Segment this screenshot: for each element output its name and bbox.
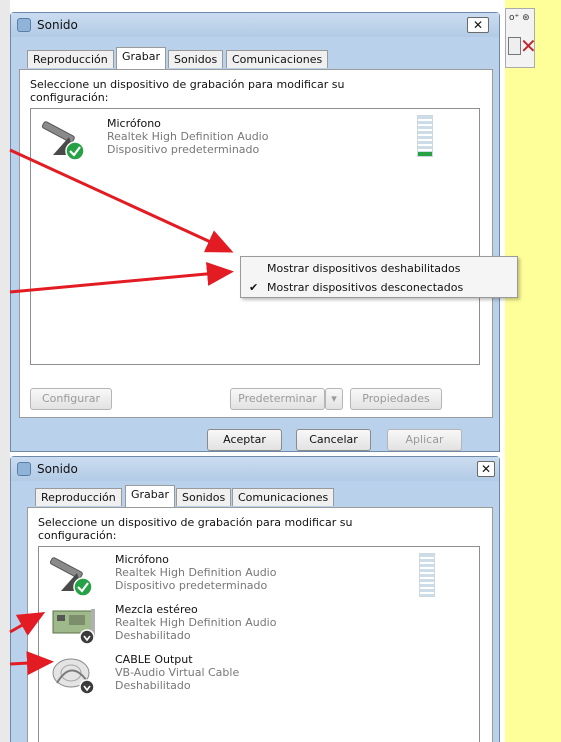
chevron-down-icon: ▾ <box>331 392 337 405</box>
device-driver: Realtek High Definition Audio <box>107 130 269 143</box>
tab-comunicaciones[interactable]: Comunicaciones <box>226 50 329 68</box>
device-driver: VB-Audio Virtual Cable <box>115 666 240 679</box>
ok-button[interactable]: Aceptar <box>207 429 282 451</box>
device-status: Deshabilitado <box>115 679 191 692</box>
level-meter <box>417 115 433 157</box>
apply-button[interactable]: Aplicar <box>387 429 462 451</box>
menu-item-label: Mostrar dispositivos desconectados <box>267 281 464 294</box>
instruction-text: Seleccione un dispositivo de grabación p… <box>30 78 345 104</box>
microphone-icon <box>49 557 93 597</box>
tab-sonidos[interactable]: Sonidos <box>176 488 232 506</box>
properties-button[interactable]: Propiedades <box>350 388 442 410</box>
window-title: Sonido <box>37 18 78 32</box>
microphone-icon <box>41 121 85 161</box>
close-button[interactable]: ✕ <box>477 461 495 477</box>
speaker-icon <box>17 462 31 476</box>
configure-button[interactable]: Configurar <box>30 388 112 410</box>
menu-item-show-disconnected[interactable]: ✔ Mostrar dispositivos desconectados <box>241 278 517 297</box>
device-status: Dispositivo predeterminado <box>115 579 268 592</box>
tab-reproduccion[interactable]: Reproducción <box>35 488 122 506</box>
title-bar[interactable]: Sonido ✕ <box>11 457 499 481</box>
yellow-background <box>505 0 561 742</box>
set-default-button[interactable]: Predeterminar <box>230 388 325 410</box>
device-name: Micrófono <box>107 117 161 130</box>
toolbar-strip: o⁺ ⊛ ✕ <box>505 8 537 68</box>
tab-grabar[interactable]: Grabar <box>116 47 167 69</box>
set-default-dropdown[interactable]: ▾ <box>325 388 343 410</box>
virtual-cable-icon <box>52 658 95 695</box>
cancel-button[interactable]: Cancelar <box>296 429 371 451</box>
device-list[interactable]: Micrófono Realtek High Definition Audio … <box>30 108 480 365</box>
toolbar-strip-text: o⁺ ⊛ <box>509 13 530 23</box>
device-mezcla-estereo[interactable]: Mezcla estéreo Realtek High Definition A… <box>43 601 423 649</box>
red-x-icon[interactable]: ✕ <box>520 36 537 56</box>
sound-dialog-top: Sonido ✕ Reproducción Grabar Sonidos Com… <box>10 12 500 452</box>
level-meter <box>419 553 435 597</box>
menu-item-show-disabled[interactable]: Mostrar dispositivos deshabilitados <box>241 259 517 278</box>
checkmark-icon: ✔ <box>249 281 259 294</box>
device-cable-output[interactable]: CABLE Output VB-Audio Virtual Cable Desh… <box>43 651 423 699</box>
device-microfono[interactable]: Micrófono Realtek High Definition Audio … <box>43 551 423 599</box>
tab-reproduccion[interactable]: Reproducción <box>27 50 114 68</box>
device-list[interactable]: Micrófono Realtek High Definition Audio … <box>38 546 480 742</box>
sound-card-icon <box>52 609 95 645</box>
tab-sonidos[interactable]: Sonidos <box>168 50 224 68</box>
menu-item-label: Mostrar dispositivos deshabilitados <box>267 262 461 275</box>
device-microfono[interactable]: Micrófono Realtek High Definition Audio … <box>35 115 415 163</box>
title-bar[interactable]: Sonido ✕ <box>11 13 499 37</box>
sound-dialog-bottom: Sonido ✕ Reproducción Grabar Sonidos Com… <box>10 456 500 742</box>
device-driver: Realtek High Definition Audio <box>115 566 277 579</box>
tab-panel: Seleccione un dispositivo de grabación p… <box>27 507 493 742</box>
device-driver: Realtek High Definition Audio <box>115 616 277 629</box>
level-meter-fill <box>418 152 432 156</box>
tab-panel: Seleccione un dispositivo de grabación p… <box>19 69 493 418</box>
left-margin <box>0 0 10 742</box>
window-title: Sonido <box>37 462 78 476</box>
tab-comunicaciones[interactable]: Comunicaciones <box>232 488 335 506</box>
tab-grabar[interactable]: Grabar <box>125 485 176 507</box>
speaker-icon <box>17 18 31 32</box>
close-button[interactable]: ✕ <box>467 17 489 33</box>
device-status: Dispositivo predeterminado <box>107 143 260 156</box>
device-name: Mezcla estéreo <box>115 603 198 616</box>
instruction-text: Seleccione un dispositivo de grabación p… <box>38 516 353 542</box>
context-menu: Mostrar dispositivos deshabilitados ✔ Mo… <box>240 256 518 298</box>
device-name: Micrófono <box>115 553 169 566</box>
device-status: Deshabilitado <box>115 629 191 642</box>
device-name: CABLE Output <box>115 653 193 666</box>
